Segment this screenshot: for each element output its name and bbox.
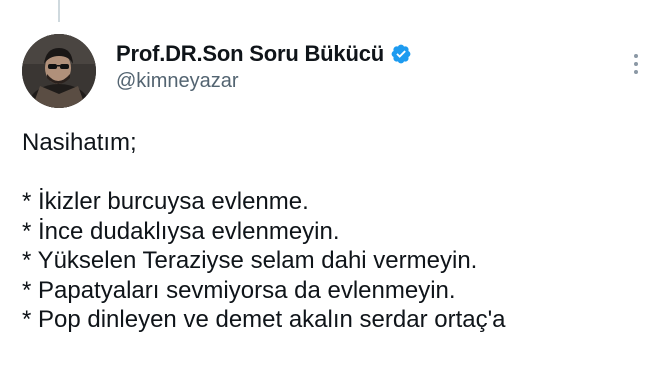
author-display-name[interactable]: Prof.DR.Son Soru Bükücü — [116, 41, 384, 67]
tweet-author: Prof.DR.Son Soru Bükücü @kimneyazar — [116, 40, 596, 93]
avatar[interactable] — [22, 34, 96, 108]
avatar-photo — [22, 34, 96, 108]
more-vertical-icon — [634, 54, 638, 58]
more-options-button[interactable] — [624, 46, 648, 82]
tweet-list-item: * Papatyaları sevmiyorsa da evlenmeyin. — [22, 276, 456, 304]
tweet-list-item: * Pop dinleyen ve demet akalın serdar or… — [22, 306, 506, 333]
tweet-text: Nasihatım; * İkizler burcuysa evlenme. *… — [22, 128, 662, 335]
tweet-list-item: * Yükselen Teraziyse selam dahi vermeyin… — [22, 247, 478, 274]
more-vertical-icon-dot — [634, 62, 638, 66]
more-vertical-icon-dot — [634, 70, 638, 74]
verified-badge-icon[interactable] — [390, 43, 412, 65]
tweet-list-item: * İkizler burcuysa evlenme. — [22, 188, 309, 215]
tweet-intro: Nasihatım; — [22, 129, 137, 156]
author-name-row: Prof.DR.Son Soru Bükücü — [116, 40, 596, 68]
author-handle[interactable]: @kimneyazar — [116, 70, 596, 93]
thread-connector-line — [58, 0, 60, 22]
tweet-list-item: * İnce dudaklıysa evlenmeyin. — [22, 217, 340, 245]
